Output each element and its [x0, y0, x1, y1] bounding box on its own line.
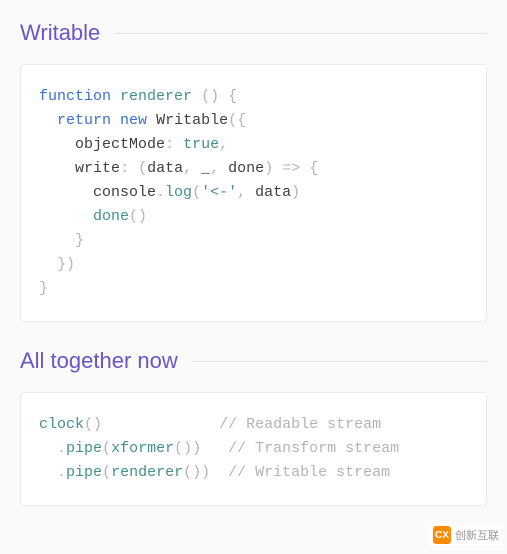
code-param: data — [147, 160, 183, 177]
code-prop: objectMode — [75, 136, 165, 153]
code-punc: => — [282, 160, 300, 177]
code-comment: // Writable stream — [228, 464, 390, 481]
code-punc: . — [156, 184, 165, 201]
code-string: '<-' — [201, 184, 237, 201]
code-punc: } — [75, 232, 84, 249]
code-punc: ( — [138, 160, 147, 177]
code-class: Writable — [156, 112, 228, 129]
code-punc: () — [201, 88, 219, 105]
code-bool: true — [183, 136, 219, 153]
code-keyword: function — [39, 88, 111, 105]
code-punc: : — [120, 160, 129, 177]
section-title: Writable — [20, 20, 114, 46]
code-punc: , — [210, 160, 219, 177]
code-punc: { — [309, 160, 318, 177]
code-ident: data — [255, 184, 291, 201]
code-call: log — [165, 184, 192, 201]
code-block-writable: function renderer () { return new Writab… — [20, 64, 487, 322]
code-punc: { — [228, 88, 237, 105]
code-call: done — [93, 208, 129, 225]
code-punc: () — [129, 208, 147, 225]
code-punc: , — [219, 136, 228, 153]
code-punc: ( — [192, 184, 201, 201]
code-punc: } — [39, 280, 48, 297]
code-call: xformer — [111, 440, 174, 457]
code-comment: // Readable stream — [219, 416, 381, 433]
code-param: _ — [201, 160, 210, 177]
code-punc: () — [84, 416, 102, 433]
code-punc: ({ — [228, 112, 246, 129]
code-fnname: renderer — [120, 88, 192, 105]
code-punc: . — [57, 464, 66, 481]
section-header-writable: Writable — [20, 20, 487, 46]
section-title: All together now — [20, 348, 192, 374]
code-comment: // Transform stream — [228, 440, 399, 457]
code-punc: ) — [264, 160, 273, 177]
code-punc: , — [183, 160, 192, 177]
code-punc: . — [57, 440, 66, 457]
watermark-logo-icon: CX — [433, 526, 451, 544]
code-punc: ( — [102, 440, 111, 457]
code-punc: ()) — [174, 440, 201, 457]
section-header-together: All together now — [20, 348, 487, 374]
watermark-text: 创新互联 — [455, 527, 499, 543]
code-ident: console — [93, 184, 156, 201]
code-punc: ()) — [183, 464, 210, 481]
section-rule — [192, 361, 487, 362]
code-punc: , — [237, 184, 246, 201]
code-param: done — [228, 160, 264, 177]
code-block-together: clock() // Readable stream .pipe(xformer… — [20, 392, 487, 506]
code-punc: : — [165, 136, 174, 153]
code-call: pipe — [66, 440, 102, 457]
code-punc: }) — [57, 256, 75, 273]
code-punc: ( — [102, 464, 111, 481]
section-rule — [114, 33, 487, 34]
code-call: pipe — [66, 464, 102, 481]
code-punc: ) — [291, 184, 300, 201]
watermark: CX 创新互联 — [429, 524, 503, 546]
code-call: renderer — [111, 464, 183, 481]
code-keyword: new — [120, 112, 147, 129]
code-prop: write — [75, 160, 120, 177]
code-call: clock — [39, 416, 84, 433]
code-keyword: return — [57, 112, 111, 129]
